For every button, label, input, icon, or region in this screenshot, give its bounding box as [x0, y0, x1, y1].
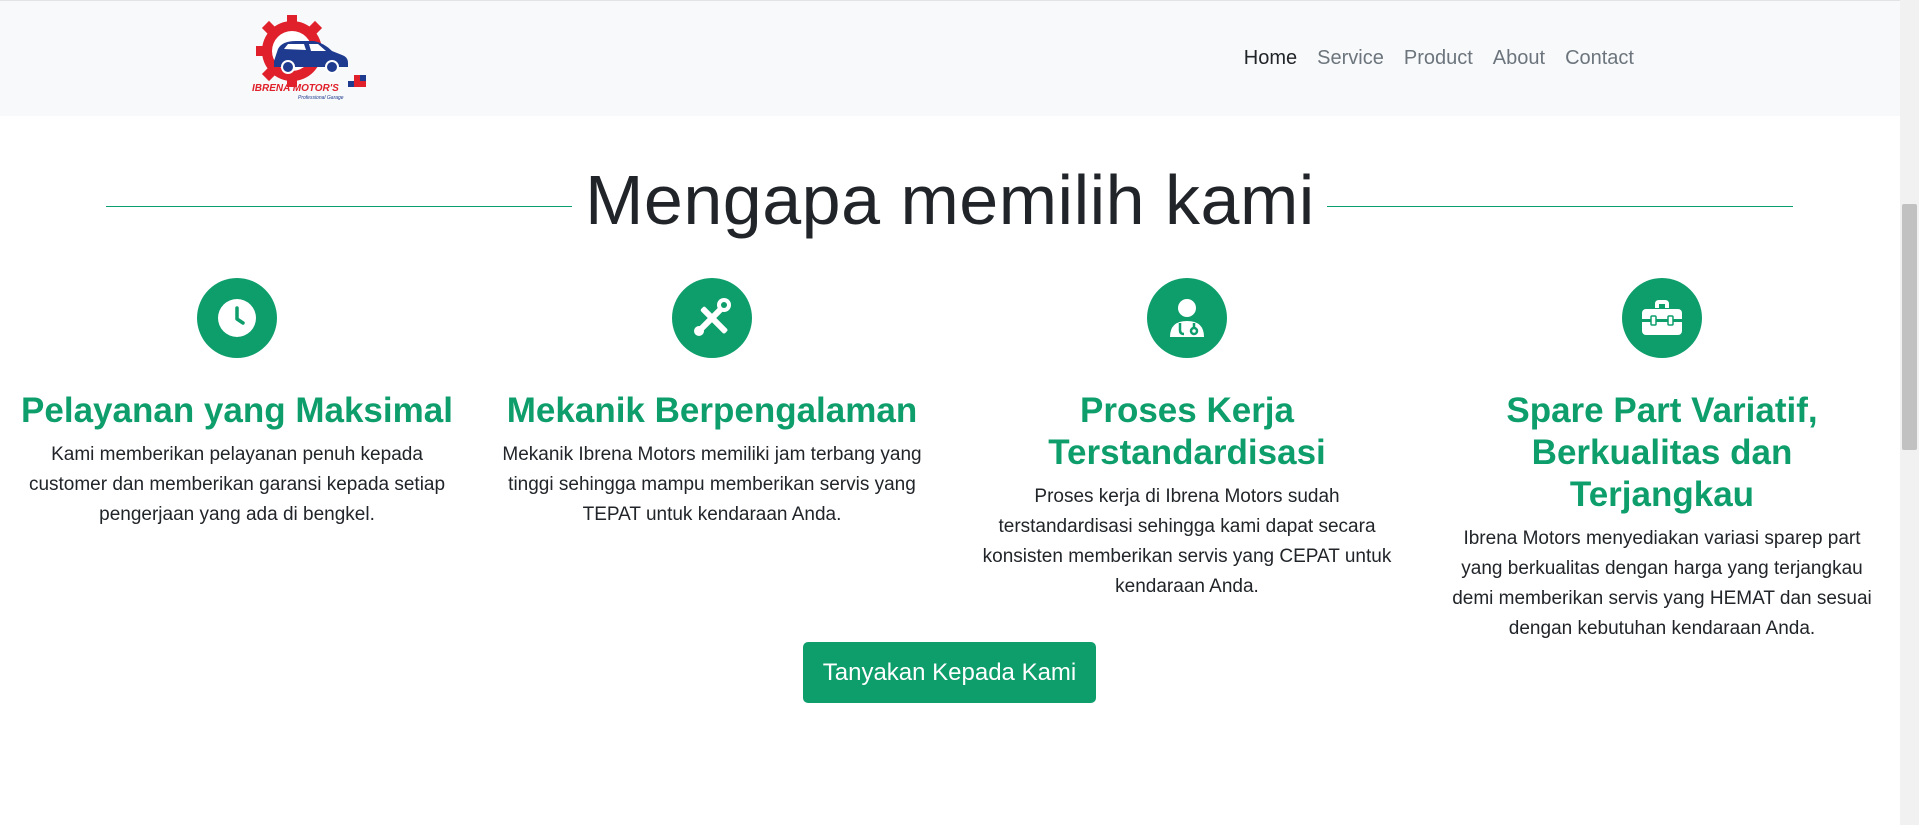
- nav-link-home[interactable]: Home: [1244, 47, 1297, 70]
- logo-text: IBRENA MOTOR'S: [252, 83, 339, 94]
- clock-icon: [197, 278, 277, 358]
- page: IBRENA MOTOR'S Professional Garage Home …: [0, 0, 1919, 825]
- navbar: IBRENA MOTOR'S Professional Garage Home …: [0, 0, 1900, 116]
- feature-description: Kami memberikan pelayanan penuh kepada c…: [28, 444, 446, 525]
- feature-card: Pelayanan yang Maksimal Kami memberikan …: [12, 278, 462, 530]
- feature-description: Mekanik Ibrena Motors memiliki jam terba…: [502, 444, 922, 525]
- doctor-icon: [1147, 278, 1227, 358]
- scrollbar-thumb[interactable]: [1902, 204, 1917, 450]
- logo-subtext: Professional Garage: [298, 95, 344, 101]
- nav-link-about[interactable]: About: [1493, 47, 1545, 70]
- section-heading: Mengapa memilih kami: [0, 150, 1900, 250]
- brand-logo[interactable]: IBRENA MOTOR'S Professional Garage: [252, 15, 374, 103]
- features-row: Pelayanan yang Maksimal Kami memberikan …: [0, 278, 1900, 639]
- tools-icon: [672, 278, 752, 358]
- toolbox-icon: [1622, 278, 1702, 358]
- feature-title: Pelayanan yang Maksimal: [21, 391, 453, 430]
- page-scrollbar[interactable]: [1900, 0, 1919, 825]
- feature-title: Proses Kerja Terstandardisasi: [1048, 391, 1326, 472]
- feature-title: Spare Part Variatif, Berkualitas dan Ter…: [1506, 391, 1818, 514]
- section-title: Mengapa memilih kami: [585, 161, 1315, 239]
- feature-title: Mekanik Berpengalaman: [506, 391, 918, 430]
- nav-menu: Home Service Product About Contact: [1244, 47, 1634, 70]
- feature-card: Spare Part Variatif, Berkualitas dan Ter…: [1437, 278, 1887, 644]
- feature-description: Ibrena Motors menyediakan variasi sparep…: [1452, 528, 1872, 639]
- nav-link-contact[interactable]: Contact: [1565, 47, 1634, 70]
- feature-card: Mekanik Berpengalaman Mekanik Ibrena Mot…: [487, 278, 937, 530]
- feature-card: Proses Kerja Terstandardisasi Proses ker…: [962, 278, 1412, 602]
- nav-link-service[interactable]: Service: [1317, 47, 1384, 70]
- ask-us-button[interactable]: Tanyakan Kepada Kami: [803, 642, 1096, 703]
- nav-link-product[interactable]: Product: [1404, 47, 1473, 70]
- feature-description: Proses kerja di Ibrena Motors sudah ters…: [982, 486, 1392, 597]
